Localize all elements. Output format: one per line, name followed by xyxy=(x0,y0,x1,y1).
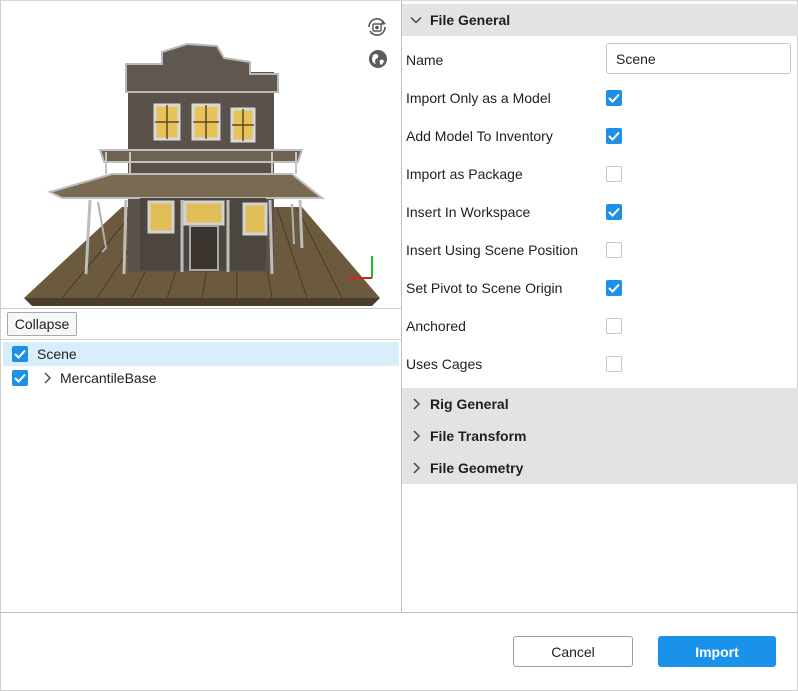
import-only-as-model-checkbox[interactable] xyxy=(606,90,622,106)
prop-label: Anchored xyxy=(406,318,466,334)
add-model-to-inventory-checkbox[interactable] xyxy=(606,128,622,144)
section-title: File Geometry xyxy=(430,460,524,476)
import-as-package-checkbox[interactable] xyxy=(606,166,622,182)
prop-anchored: Anchored xyxy=(406,307,796,345)
chevron-right-icon xyxy=(402,430,430,442)
prop-label: Uses Cages xyxy=(406,356,483,372)
tree-item-mercantilebase[interactable]: MercantileBase xyxy=(3,366,399,390)
prop-import-only-as-model: Import Only as a Model xyxy=(406,79,796,117)
section-title: File Transform xyxy=(430,428,527,444)
left-panel: Collapse Scene MercantileBase xyxy=(1,1,402,612)
set-pivot-to-scene-origin-checkbox[interactable] xyxy=(606,280,622,296)
prop-label: Insert In Workspace xyxy=(406,204,531,220)
properties-panel: File General Name Import Only as a Model… xyxy=(402,1,798,612)
tree-item-mercantilebase-checkbox[interactable] xyxy=(12,370,28,386)
globe-icon[interactable] xyxy=(365,46,391,72)
chevron-right-icon[interactable] xyxy=(43,372,53,384)
section-file-geometry[interactable]: File Geometry xyxy=(402,452,798,484)
import-button[interactable]: Import xyxy=(658,636,776,667)
3d-model-preview[interactable] xyxy=(2,2,401,308)
section-title: File General xyxy=(430,12,511,28)
import-dialog: Collapse Scene MercantileBase File Gener… xyxy=(0,0,798,691)
uses-cages-checkbox[interactable] xyxy=(606,356,622,372)
prop-label: Add Model To Inventory xyxy=(406,128,553,144)
axis-gizmo-icon xyxy=(348,256,373,279)
collapse-button[interactable]: Collapse xyxy=(7,312,77,336)
insert-using-scene-position-checkbox[interactable] xyxy=(606,242,622,258)
prop-insert-in-workspace: Insert In Workspace xyxy=(406,193,796,231)
model-preview-viewport[interactable] xyxy=(2,2,401,308)
prop-uses-cages: Uses Cages xyxy=(406,345,796,383)
tree-item-label: Scene xyxy=(37,346,77,362)
tree-divider xyxy=(1,339,401,340)
section-title: Rig General xyxy=(430,396,509,412)
prop-label: Import Only as a Model xyxy=(406,90,551,106)
prop-add-model-to-inventory: Add Model To Inventory xyxy=(406,117,796,155)
tree-item-label: MercantileBase xyxy=(60,370,157,386)
cancel-button[interactable]: Cancel xyxy=(513,636,633,667)
chevron-right-icon xyxy=(402,462,430,474)
prop-label: Import as Package xyxy=(406,166,523,182)
viewport-divider xyxy=(1,308,401,309)
chevron-down-icon xyxy=(402,16,430,24)
camera-reset-icon[interactable] xyxy=(364,14,390,40)
prop-name: Name xyxy=(406,41,796,79)
insert-in-workspace-checkbox[interactable] xyxy=(606,204,622,220)
tree-item-scene-checkbox[interactable] xyxy=(12,346,28,362)
prop-import-as-package: Import as Package xyxy=(406,155,796,193)
prop-label: Set Pivot to Scene Origin xyxy=(406,280,563,296)
tree-item-scene[interactable]: Scene xyxy=(3,342,399,366)
section-file-transform[interactable]: File Transform xyxy=(402,420,798,452)
footer-divider xyxy=(1,612,798,613)
name-input[interactable] xyxy=(606,43,791,74)
prop-insert-using-scene-position: Insert Using Scene Position xyxy=(406,231,796,269)
section-file-general[interactable]: File General xyxy=(402,4,798,36)
prop-set-pivot-to-scene-origin: Set Pivot to Scene Origin xyxy=(406,269,796,307)
anchored-checkbox[interactable] xyxy=(606,318,622,334)
section-rig-general[interactable]: Rig General xyxy=(402,388,798,420)
prop-label: Name xyxy=(406,52,444,68)
prop-label: Insert Using Scene Position xyxy=(406,242,578,258)
chevron-right-icon xyxy=(402,398,430,410)
